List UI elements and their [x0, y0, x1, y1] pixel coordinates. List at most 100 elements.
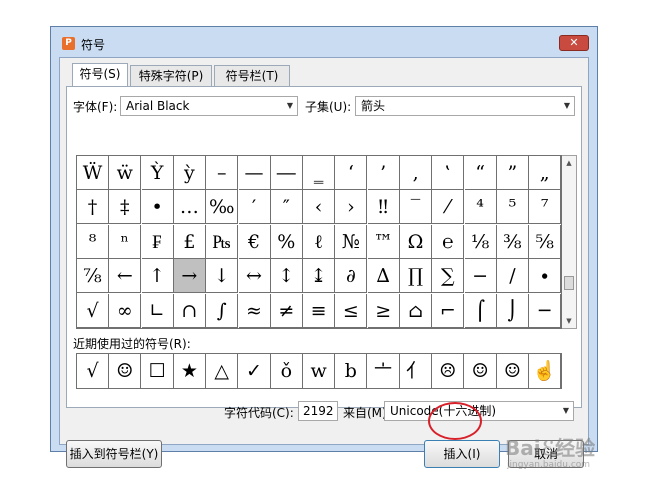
symbol-cell[interactable]: ⌐	[432, 293, 465, 328]
title-bar[interactable]: P 符号 ✕	[51, 27, 597, 57]
symbol-cell[interactable]: ≡	[303, 293, 336, 328]
symbol-cell[interactable]: ›	[335, 190, 368, 225]
symbol-cell[interactable]: ↑	[141, 259, 174, 294]
symbol-cell[interactable]: ‹	[303, 190, 336, 225]
symbol-cell[interactable]: ⁿ	[109, 224, 142, 259]
symbol-cell[interactable]: ≈	[238, 293, 271, 328]
symbol-cell[interactable]: ∏	[400, 259, 432, 294]
symbol-cell[interactable]: „	[529, 156, 562, 190]
symbol-cell[interactable]: ←	[109, 259, 142, 294]
scroll-thumb[interactable]	[564, 276, 574, 290]
symbol-cell[interactable]: —	[238, 156, 271, 190]
close-button[interactable]: ✕	[559, 35, 589, 51]
symbol-cell[interactable]: †	[77, 190, 109, 225]
symbol-cell[interactable]: ∫	[206, 293, 239, 328]
symbol-cell[interactable]: ∩	[173, 293, 206, 328]
scroll-down-icon[interactable]: ▼	[562, 314, 576, 328]
symbol-cell[interactable]: ‚	[400, 156, 432, 190]
recent-symbol-cell[interactable]: ☝	[529, 354, 562, 388]
symbol-cell[interactable]: ⅝	[529, 224, 562, 259]
recent-symbol-cell[interactable]: ☐	[142, 354, 174, 388]
symbol-cell[interactable]: •	[141, 190, 174, 225]
symbol-cell[interactable]: ‗	[303, 156, 336, 190]
scroll-up-icon[interactable]: ▲	[562, 156, 576, 170]
from-select[interactable]: Unicode(十六进制) ▼	[384, 401, 574, 421]
symbol-cell[interactable]: ⅜	[496, 224, 529, 259]
symbol-cell[interactable]: ₧	[206, 224, 239, 259]
symbol-cell[interactable]: ⌠	[464, 293, 497, 328]
symbol-cell[interactable]: ≥	[367, 293, 400, 328]
recent-symbol-cell[interactable]: ☺	[497, 354, 529, 388]
symbol-cell[interactable]: ₣	[141, 224, 174, 259]
symbol-cell[interactable]: ―	[270, 156, 303, 190]
symbol-cell[interactable]: Ω	[400, 224, 432, 259]
recent-symbol-cell[interactable]: w	[303, 354, 336, 388]
recent-symbol-cell[interactable]: 〦	[368, 354, 400, 388]
symbol-cell[interactable]: ⁵	[496, 190, 529, 225]
recent-symbol-cell[interactable]: ǒ	[271, 354, 303, 388]
symbol-cell[interactable]: ″	[270, 190, 303, 225]
symbol-cell[interactable]: ™	[367, 224, 400, 259]
symbol-cell[interactable]: ‡	[109, 190, 142, 225]
recent-symbol-cell[interactable]: ★	[174, 354, 206, 388]
symbol-cell[interactable]: –	[206, 156, 239, 190]
symbol-cell[interactable]: ∂	[335, 259, 368, 294]
symbol-cell[interactable]: ⁸	[77, 224, 109, 259]
char-code-input[interactable]: 2192	[298, 401, 338, 421]
symbol-cell[interactable]: ∙	[529, 259, 562, 294]
symbol-cell[interactable]: “	[464, 156, 497, 190]
symbol-cell[interactable]: ⁄	[432, 190, 465, 225]
symbol-cell[interactable]: ↔	[238, 259, 271, 294]
symbol-cell[interactable]: ‘	[335, 156, 368, 190]
font-select[interactable]: Arial Black ▼	[120, 96, 298, 116]
symbol-cell[interactable]: £	[173, 224, 206, 259]
symbol-cell[interactable]: №	[335, 224, 368, 259]
tab-special-chars[interactable]: 特殊字符(P)	[130, 65, 212, 87]
symbol-cell[interactable]: ─	[529, 293, 562, 328]
symbol-cell[interactable]: ∟	[141, 293, 174, 328]
symbol-cell[interactable]: ↨	[303, 259, 336, 294]
symbol-cell[interactable]: ⌂	[400, 293, 432, 328]
recent-symbol-cell[interactable]: b	[335, 354, 368, 388]
symbol-cell[interactable]: ‼	[367, 190, 400, 225]
recent-symbol-cell[interactable]: ☹	[432, 354, 465, 388]
symbol-cell[interactable]: ”	[496, 156, 529, 190]
symbol-cell[interactable]: →	[173, 259, 206, 294]
symbol-cell[interactable]: ‾	[400, 190, 432, 225]
symbol-cell[interactable]: ‛	[432, 156, 465, 190]
symbol-cell[interactable]: ỳ	[173, 156, 206, 190]
symbol-cell[interactable]: ℓ	[303, 224, 336, 259]
recent-symbol-cell[interactable]: △	[206, 354, 239, 388]
symbol-cell[interactable]: ≤	[335, 293, 368, 328]
symbol-cell[interactable]: ∑	[432, 259, 465, 294]
symbol-cell[interactable]: ⅞	[77, 259, 109, 294]
insert-to-bar-button[interactable]: 插入到符号栏(Y)	[66, 440, 162, 468]
symbol-cell[interactable]: −	[464, 259, 497, 294]
symbol-cell[interactable]: ↕	[270, 259, 303, 294]
symbol-cell[interactable]: ∆	[367, 259, 400, 294]
symbol-cell[interactable]: √	[77, 293, 109, 328]
symbol-cell[interactable]: %	[270, 224, 303, 259]
symbol-cell[interactable]: ′	[238, 190, 271, 225]
symbol-cell[interactable]: …	[173, 190, 206, 225]
subset-select[interactable]: 箭头 ▼	[355, 96, 575, 116]
recent-symbol-cell[interactable]: 亻	[400, 354, 432, 388]
insert-button[interactable]: 插入(I)	[424, 440, 500, 468]
tab-symbols[interactable]: 符号(S)	[72, 63, 128, 87]
recent-symbol-cell[interactable]: ✓	[239, 354, 271, 388]
symbol-cell[interactable]: ⁷	[529, 190, 562, 225]
symbol-cell[interactable]: ⌡	[496, 293, 529, 328]
recent-symbol-cell[interactable]: √	[77, 354, 109, 388]
symbol-cell[interactable]: ⅛	[464, 224, 497, 259]
symbol-cell[interactable]: ẅ	[109, 156, 142, 190]
symbol-cell[interactable]: €	[238, 224, 271, 259]
symbol-cell[interactable]: Ỳ	[141, 156, 174, 190]
symbol-cell[interactable]: Ẅ	[77, 156, 109, 190]
recent-symbol-cell[interactable]: ☺	[109, 354, 142, 388]
symbol-cell[interactable]: ∞	[109, 293, 142, 328]
symbol-cell[interactable]: ℮	[432, 224, 465, 259]
symbol-cell[interactable]: ’	[367, 156, 400, 190]
symbol-cell[interactable]: ↓	[206, 259, 239, 294]
tab-symbol-bar[interactable]: 符号栏(T)	[214, 65, 290, 87]
symbol-cell[interactable]: ∕	[496, 259, 529, 294]
